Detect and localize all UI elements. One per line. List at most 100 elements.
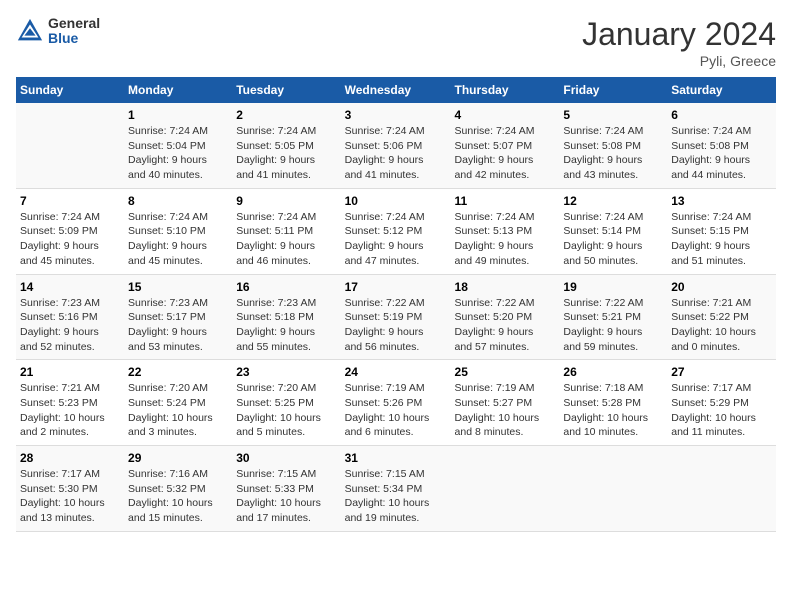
day-number: 2 [236, 108, 336, 122]
day-number: 25 [455, 365, 556, 379]
day-cell: 1 Sunrise: 7:24 AMSunset: 5:04 PMDaylight… [124, 103, 232, 188]
day-info: Sunrise: 7:20 AMSunset: 5:25 PMDaylight:… [236, 381, 336, 440]
day-cell: 13Sunrise: 7:24 AMSunset: 5:15 PMDayligh… [667, 188, 776, 274]
header-thursday: Thursday [451, 77, 560, 103]
day-number: 30 [236, 451, 336, 465]
day-number: 13 [671, 194, 772, 208]
day-number: 26 [563, 365, 663, 379]
day-info: Sunrise: 7:24 AMSunset: 5:07 PMDaylight:… [455, 124, 556, 183]
day-info: Sunrise: 7:24 AMSunset: 5:06 PMDaylight:… [345, 124, 447, 183]
logo-blue: Blue [48, 31, 100, 46]
day-cell: 30Sunrise: 7:15 AMSunset: 5:33 PMDayligh… [232, 446, 340, 532]
day-info: Sunrise: 7:17 AMSunset: 5:29 PMDaylight:… [671, 381, 772, 440]
day-cell: 6 Sunrise: 7:24 AMSunset: 5:08 PMDaylight… [667, 103, 776, 188]
day-cell: 16 Sunrise: 7:23 AMSunset: 5:18 PMDayligh… [232, 274, 340, 360]
day-number: 14 [20, 280, 120, 294]
day-cell: 27 Sunrise: 7:17 AMSunset: 5:29 PMDayligh… [667, 360, 776, 446]
day-cell: 28Sunrise: 7:17 AMSunset: 5:30 PMDayligh… [16, 446, 124, 532]
day-number: 29 [128, 451, 228, 465]
day-info: Sunrise: 7:24 AMSunset: 5:08 PMDaylight:… [671, 124, 772, 183]
header-friday: Friday [559, 77, 667, 103]
day-cell: 29 Sunrise: 7:16 AMSunset: 5:32 PMDayligh… [124, 446, 232, 532]
day-cell [451, 446, 560, 532]
day-cell: 23 Sunrise: 7:20 AMSunset: 5:25 PMDayligh… [232, 360, 340, 446]
day-cell [16, 103, 124, 188]
day-number: 8 [128, 194, 228, 208]
day-info: Sunrise: 7:24 AMSunset: 5:11 PMDaylight:… [236, 210, 336, 269]
day-number: 7 [20, 194, 120, 208]
week-row-1: 7Sunrise: 7:24 AMSunset: 5:09 PMDaylight… [16, 188, 776, 274]
day-number: 24 [345, 365, 447, 379]
day-info: Sunrise: 7:21 AMSunset: 5:23 PMDaylight:… [20, 381, 120, 440]
day-info: Sunrise: 7:15 AMSunset: 5:34 PMDaylight:… [345, 467, 447, 526]
day-number: 6 [671, 108, 772, 122]
day-cell: 12 Sunrise: 7:24 AMSunset: 5:14 PMDayligh… [559, 188, 667, 274]
day-cell [559, 446, 667, 532]
day-number: 27 [671, 365, 772, 379]
day-number: 18 [455, 280, 556, 294]
page-header: General Blue January 2024 Pyli, Greece [16, 16, 776, 69]
day-info: Sunrise: 7:22 AMSunset: 5:20 PMDaylight:… [455, 296, 556, 355]
day-cell: 15Sunrise: 7:23 AMSunset: 5:17 PMDayligh… [124, 274, 232, 360]
calendar-table: Sunday Monday Tuesday Wednesday Thursday… [16, 77, 776, 532]
day-number: 12 [563, 194, 663, 208]
day-number: 17 [345, 280, 447, 294]
week-row-2: 14 Sunrise: 7:23 AMSunset: 5:16 PMDayligh… [16, 274, 776, 360]
day-cell: 4Sunrise: 7:24 AMSunset: 5:07 PMDaylight… [451, 103, 560, 188]
day-info: Sunrise: 7:23 AMSunset: 5:18 PMDaylight:… [236, 296, 336, 355]
day-number: 11 [455, 194, 556, 208]
day-cell: 5 Sunrise: 7:24 AMSunset: 5:08 PMDaylight… [559, 103, 667, 188]
day-cell: 31 Sunrise: 7:15 AMSunset: 5:34 PMDayligh… [341, 446, 451, 532]
day-cell: 19Sunrise: 7:22 AMSunset: 5:21 PMDayligh… [559, 274, 667, 360]
header-row: Sunday Monday Tuesday Wednesday Thursday… [16, 77, 776, 103]
day-info: Sunrise: 7:23 AMSunset: 5:17 PMDaylight:… [128, 296, 228, 355]
day-cell: 20Sunrise: 7:21 AMSunset: 5:22 PMDayligh… [667, 274, 776, 360]
day-number: 16 [236, 280, 336, 294]
day-cell: 8 Sunrise: 7:24 AMSunset: 5:10 PMDaylight… [124, 188, 232, 274]
day-info: Sunrise: 7:24 AMSunset: 5:04 PMDaylight:… [128, 124, 228, 183]
day-number: 5 [563, 108, 663, 122]
day-number: 1 [128, 108, 228, 122]
day-info: Sunrise: 7:24 AMSunset: 5:08 PMDaylight:… [563, 124, 663, 183]
day-cell: 17 Sunrise: 7:22 AMSunset: 5:19 PMDayligh… [341, 274, 451, 360]
day-cell: 11Sunrise: 7:24 AMSunset: 5:13 PMDayligh… [451, 188, 560, 274]
day-info: Sunrise: 7:16 AMSunset: 5:32 PMDaylight:… [128, 467, 228, 526]
day-cell: 9 Sunrise: 7:24 AMSunset: 5:11 PMDaylight… [232, 188, 340, 274]
day-number: 3 [345, 108, 447, 122]
day-cell: 3 Sunrise: 7:24 AMSunset: 5:06 PMDaylight… [341, 103, 451, 188]
week-row-0: 1 Sunrise: 7:24 AMSunset: 5:04 PMDaylight… [16, 103, 776, 188]
logo-text: General Blue [48, 16, 100, 47]
day-info: Sunrise: 7:19 AMSunset: 5:26 PMDaylight:… [345, 381, 447, 440]
day-cell: 22Sunrise: 7:20 AMSunset: 5:24 PMDayligh… [124, 360, 232, 446]
calendar-body: 1 Sunrise: 7:24 AMSunset: 5:04 PMDaylight… [16, 103, 776, 531]
day-number: 9 [236, 194, 336, 208]
day-number: 31 [345, 451, 447, 465]
location: Pyli, Greece [582, 53, 776, 69]
day-info: Sunrise: 7:19 AMSunset: 5:27 PMDaylight:… [455, 381, 556, 440]
day-info: Sunrise: 7:23 AMSunset: 5:16 PMDaylight:… [20, 296, 120, 355]
header-wednesday: Wednesday [341, 77, 451, 103]
header-saturday: Saturday [667, 77, 776, 103]
day-info: Sunrise: 7:22 AMSunset: 5:19 PMDaylight:… [345, 296, 447, 355]
day-cell [667, 446, 776, 532]
day-info: Sunrise: 7:24 AMSunset: 5:05 PMDaylight:… [236, 124, 336, 183]
day-number: 20 [671, 280, 772, 294]
logo: General Blue [16, 16, 100, 47]
week-row-3: 21 Sunrise: 7:21 AMSunset: 5:23 PMDayligh… [16, 360, 776, 446]
day-number: 21 [20, 365, 120, 379]
day-info: Sunrise: 7:24 AMSunset: 5:12 PMDaylight:… [345, 210, 447, 269]
logo-icon [16, 17, 44, 45]
day-cell: 2 Sunrise: 7:24 AMSunset: 5:05 PMDaylight… [232, 103, 340, 188]
header-tuesday: Tuesday [232, 77, 340, 103]
month-title: January 2024 [582, 16, 776, 53]
day-info: Sunrise: 7:18 AMSunset: 5:28 PMDaylight:… [563, 381, 663, 440]
day-info: Sunrise: 7:24 AMSunset: 5:14 PMDaylight:… [563, 210, 663, 269]
day-cell: 25 Sunrise: 7:19 AMSunset: 5:27 PMDayligh… [451, 360, 560, 446]
header-sunday: Sunday [16, 77, 124, 103]
day-number: 23 [236, 365, 336, 379]
day-cell: 21 Sunrise: 7:21 AMSunset: 5:23 PMDayligh… [16, 360, 124, 446]
header-monday: Monday [124, 77, 232, 103]
week-row-4: 28Sunrise: 7:17 AMSunset: 5:30 PMDayligh… [16, 446, 776, 532]
day-info: Sunrise: 7:24 AMSunset: 5:10 PMDaylight:… [128, 210, 228, 269]
day-info: Sunrise: 7:20 AMSunset: 5:24 PMDaylight:… [128, 381, 228, 440]
